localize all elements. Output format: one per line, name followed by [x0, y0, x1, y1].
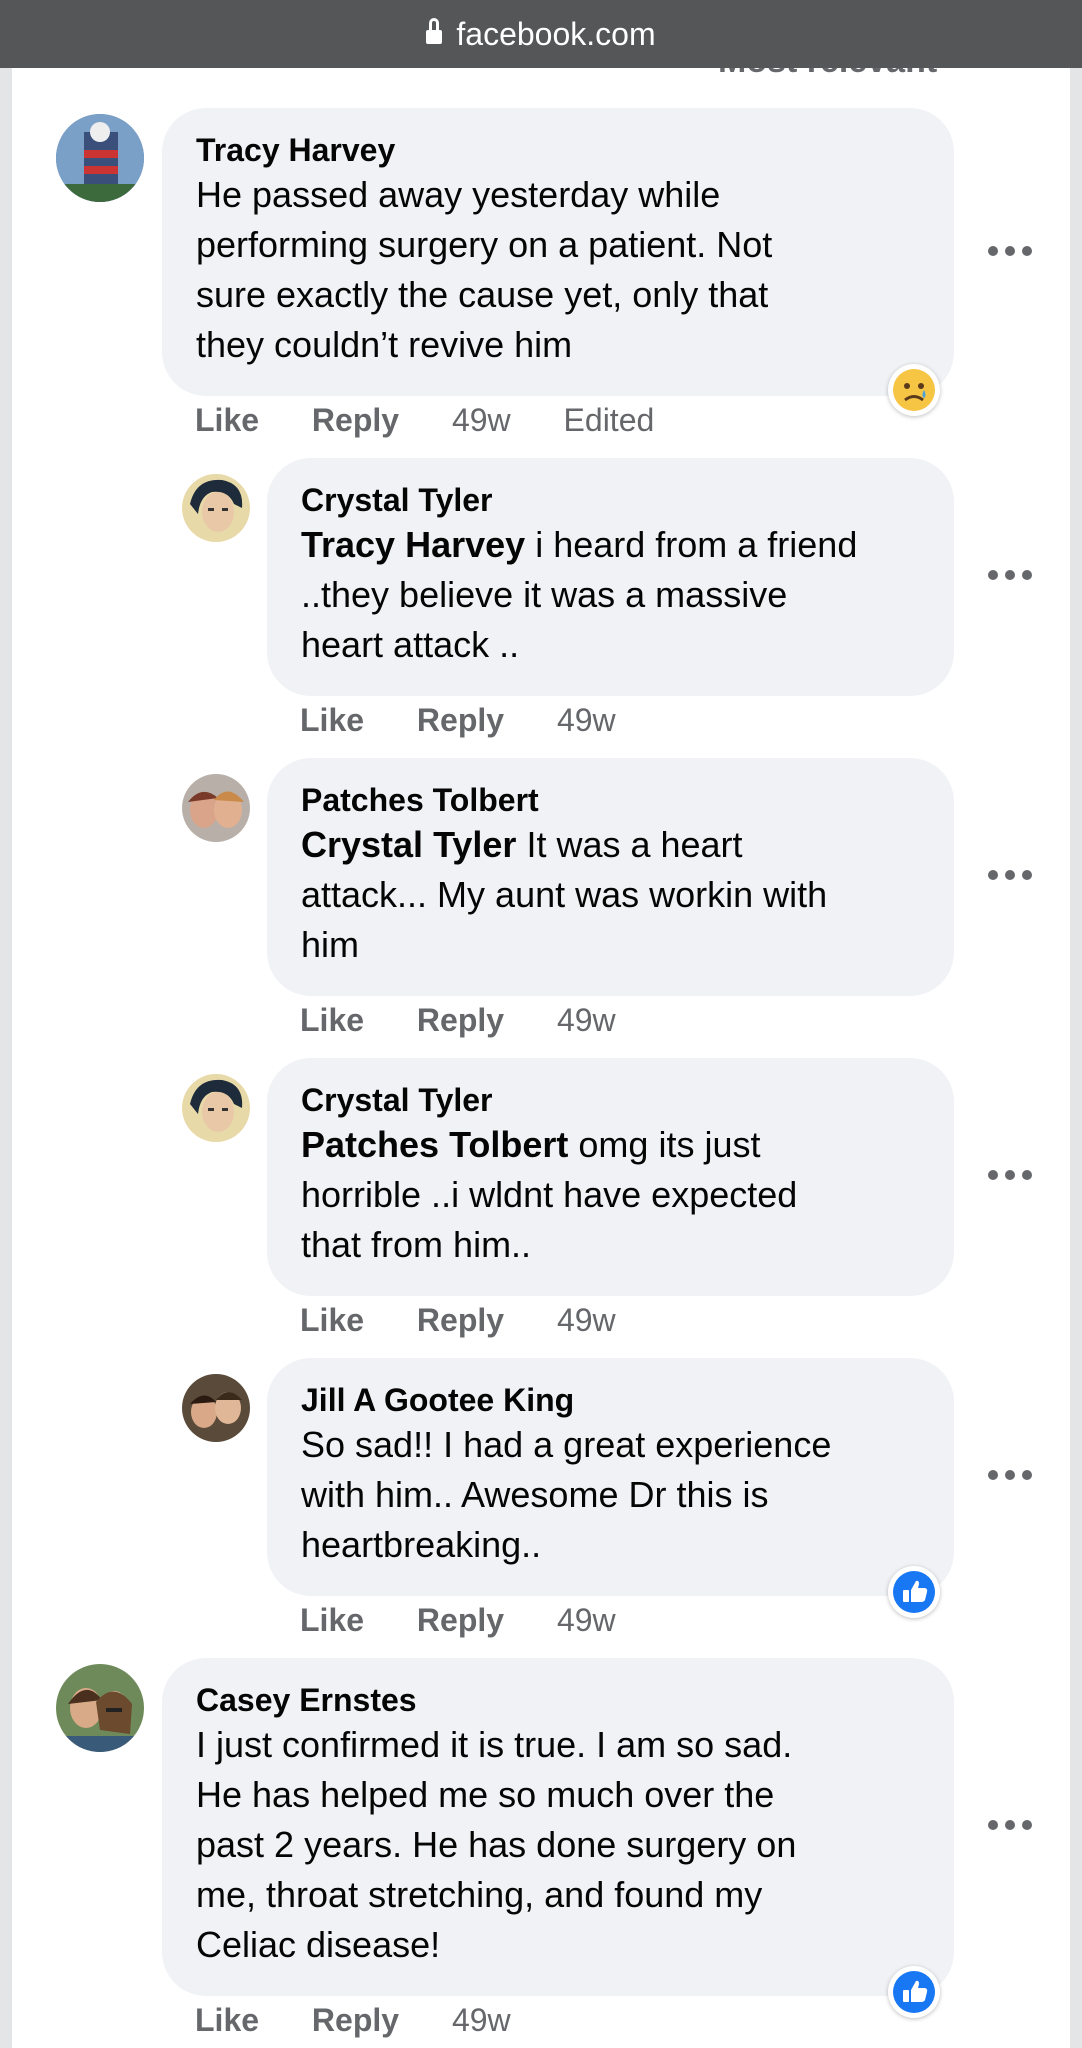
- comment-text: Patches Tolbert omg its just horrible ..…: [301, 1124, 798, 1265]
- comment-actions: Like Reply 49w: [300, 702, 660, 739]
- comment-author[interactable]: Jill A Gootee King: [301, 1380, 920, 1420]
- comment-bubble: Patches Tolbert Crystal Tyler It was a h…: [267, 758, 954, 996]
- more-options-icon[interactable]: [988, 1820, 1032, 1832]
- more-options-icon[interactable]: [988, 870, 1032, 882]
- edited-label: Edited: [563, 402, 655, 438]
- lock-icon: [426, 18, 443, 46]
- more-options-icon[interactable]: [988, 1470, 1032, 1482]
- like-link[interactable]: Like: [300, 1002, 364, 1038]
- like-reaction-icon[interactable]: [888, 1966, 940, 2018]
- comment-actions: Like Reply 49w: [300, 1602, 660, 1639]
- mention-tag[interactable]: Tracy Harvey: [301, 524, 525, 565]
- reply-link[interactable]: Reply: [417, 702, 504, 738]
- like-reaction-icon[interactable]: [888, 1566, 940, 1618]
- reply-link[interactable]: Reply: [417, 1602, 504, 1638]
- like-link[interactable]: Like: [195, 2002, 259, 2038]
- reply-link[interactable]: Reply: [417, 1302, 504, 1338]
- timestamp[interactable]: 49w: [452, 402, 511, 438]
- like-link[interactable]: Like: [300, 1302, 364, 1338]
- avatar[interactable]: [56, 1664, 144, 1752]
- timestamp[interactable]: 49w: [557, 702, 616, 738]
- comment-text: I just confirmed it is true. I am so sad…: [196, 1724, 797, 1965]
- avatar[interactable]: [182, 774, 250, 842]
- comment-author[interactable]: Casey Ernstes: [196, 1680, 920, 1720]
- avatar[interactable]: [182, 474, 250, 542]
- more-options-icon[interactable]: [988, 1170, 1032, 1182]
- avatar[interactable]: [56, 114, 144, 202]
- comment-bubble: Jill A Gootee King So sad!! I had a grea…: [267, 1358, 954, 1596]
- avatar[interactable]: [182, 1074, 250, 1142]
- comment-text: Crystal Tyler It was a heart attack... M…: [301, 824, 828, 965]
- reply-link[interactable]: Reply: [417, 1002, 504, 1038]
- comment-text: So sad!! I had a great experience with h…: [301, 1424, 832, 1565]
- browser-url-bar[interactable]: facebook.com: [0, 0, 1082, 68]
- comment-actions: Like Reply 49w Edited: [195, 402, 654, 439]
- comment-text: He passed away yesterday while performin…: [196, 174, 773, 365]
- mention-tag[interactable]: Patches Tolbert: [301, 1124, 568, 1165]
- sad-reaction-icon[interactable]: [888, 364, 940, 416]
- sort-dropdown[interactable]: Most relevant: [718, 68, 937, 81]
- comment-actions: Like Reply 49w: [300, 1002, 660, 1039]
- comment-author[interactable]: Crystal Tyler: [301, 1080, 920, 1120]
- comments-panel: Most relevant Tracy Harvey He passed awa…: [12, 68, 1070, 2048]
- comment-actions: Like Reply 49w: [300, 1302, 660, 1339]
- like-link[interactable]: Like: [300, 702, 364, 738]
- comment-bubble: Tracy Harvey He passed away yesterday wh…: [162, 108, 954, 396]
- timestamp[interactable]: 49w: [557, 1002, 616, 1038]
- reply-link[interactable]: Reply: [312, 2002, 399, 2038]
- comment-author[interactable]: Patches Tolbert: [301, 780, 920, 820]
- reply-link[interactable]: Reply: [312, 402, 399, 438]
- comment-text: Tracy Harvey i heard from a friend ..the…: [301, 524, 858, 665]
- timestamp[interactable]: 49w: [452, 2002, 511, 2038]
- like-link[interactable]: Like: [300, 1602, 364, 1638]
- more-options-icon[interactable]: [988, 246, 1032, 258]
- comment-bubble: Casey Ernstes I just confirmed it is tru…: [162, 1658, 954, 1996]
- comment-bubble: Crystal Tyler Patches Tolbert omg its ju…: [267, 1058, 954, 1296]
- more-options-icon[interactable]: [988, 570, 1032, 582]
- url-text: facebook.com: [456, 15, 656, 52]
- mention-tag[interactable]: Crystal Tyler: [301, 824, 516, 865]
- comment-actions: Like Reply 49w: [195, 2002, 555, 2039]
- avatar[interactable]: [182, 1374, 250, 1442]
- comment-bubble: Crystal Tyler Tracy Harvey i heard from …: [267, 458, 954, 696]
- comment-author[interactable]: Tracy Harvey: [196, 130, 920, 170]
- comment-author[interactable]: Crystal Tyler: [301, 480, 920, 520]
- like-link[interactable]: Like: [195, 402, 259, 438]
- timestamp[interactable]: 49w: [557, 1302, 616, 1338]
- timestamp[interactable]: 49w: [557, 1602, 616, 1638]
